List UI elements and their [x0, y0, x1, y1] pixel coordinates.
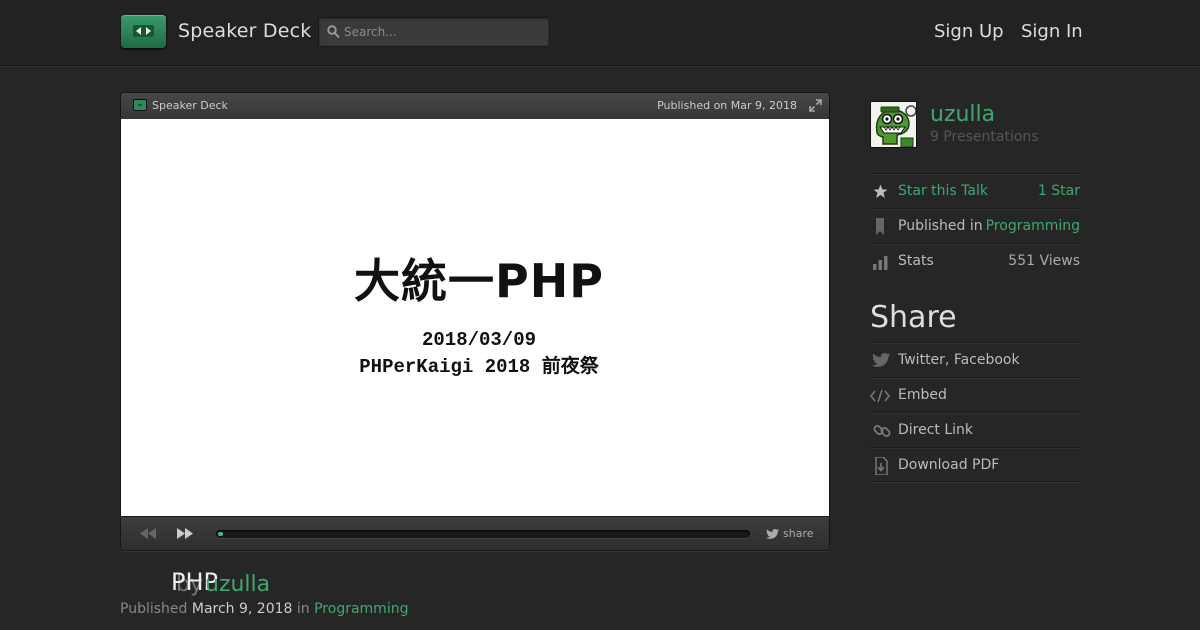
code-icon	[870, 389, 890, 403]
star-talk-link[interactable]: Star this Talk	[898, 183, 988, 199]
player-share-button[interactable]: share	[766, 527, 814, 540]
slide-progress-fill	[218, 532, 223, 536]
star-talk-row[interactable]: Star this Talk 1 Star	[870, 173, 1080, 208]
share-embed-row[interactable]: Embed	[870, 377, 1080, 412]
published-in-row: Published in Programming	[870, 208, 1080, 243]
link-icon	[873, 425, 891, 437]
sidebar-user-name[interactable]: uzulla	[930, 102, 995, 127]
player-published-date: Published on Mar 9, 2018	[657, 99, 797, 112]
search-input[interactable]	[344, 22, 544, 42]
player-share-label: share	[783, 527, 814, 540]
twitter-bird-icon	[871, 353, 891, 367]
stats-views: 551 Views	[1008, 253, 1080, 269]
search-icon	[327, 25, 340, 39]
star-count[interactable]: 1 Star	[1038, 183, 1080, 199]
talk-meta: Published March 9, 2018 in Programming	[120, 601, 408, 617]
player-logo-icon[interactable]	[133, 99, 147, 111]
star-icon	[873, 184, 888, 198]
slide-player: Speaker Deck Published on Mar 9, 2018 大統…	[120, 92, 830, 551]
sidebar-presentation-count: 9 Presentations	[930, 129, 1039, 145]
sign-up-link[interactable]: Sign Up	[934, 21, 1004, 42]
search-box[interactable]	[318, 17, 550, 47]
stats-label: Stats	[898, 253, 934, 269]
share-download-pdf-label[interactable]: Download PDF	[898, 457, 999, 473]
slide-title: 大統一PHP	[354, 254, 604, 308]
speaker-deck-logo[interactable]	[121, 15, 166, 48]
brand-name[interactable]: Speaker Deck	[178, 20, 312, 42]
talk-author-link[interactable]: uzulla	[205, 572, 270, 597]
slide-canvas[interactable]: 大統一PHP 2018/03/09 PHPerKaigi 2018 前夜祭	[121, 119, 829, 516]
avatar-dinosaur-icon	[871, 102, 916, 147]
share-embed-label[interactable]: Embed	[898, 387, 947, 403]
slide-date: 2018/03/09	[421, 329, 537, 351]
sign-in-link[interactable]: Sign In	[1021, 21, 1083, 42]
download-icon	[875, 457, 888, 475]
next-slide-icon[interactable]	[177, 528, 193, 539]
share-direct-link-row[interactable]: Direct Link	[870, 412, 1080, 447]
share-download-pdf-row[interactable]: Download PDF	[870, 447, 1080, 482]
previous-slide-icon[interactable]	[140, 528, 156, 539]
published-in-label: Published in	[898, 218, 983, 234]
talk-published-date: March 9, 2018	[191, 601, 293, 617]
share-direct-link-label[interactable]: Direct Link	[898, 422, 973, 438]
top-header: Speaker Deck Sign Up Sign In	[0, 0, 1200, 66]
published-in-category-link[interactable]: Programming	[986, 218, 1080, 234]
avatar[interactable]	[870, 101, 917, 148]
slide-progress-track[interactable]	[216, 530, 750, 538]
talk-category-link[interactable]: Programming	[314, 601, 408, 617]
player-controls: share	[121, 516, 829, 550]
player-brand[interactable]: Speaker Deck	[152, 99, 228, 112]
share-twitter-facebook-row[interactable]: Twitter, Facebook	[870, 342, 1080, 377]
bookmark-icon	[876, 218, 884, 235]
fullscreen-icon[interactable]	[809, 99, 822, 112]
share-twitter-facebook-label[interactable]: Twitter, Facebook	[898, 352, 1020, 368]
logo-arrows-icon	[133, 25, 154, 37]
twitter-bird-icon	[766, 529, 779, 539]
talk-in-label: in	[296, 601, 310, 617]
player-top-bar: Speaker Deck Published on Mar 9, 2018	[121, 93, 829, 119]
bar-chart-icon	[873, 256, 888, 270]
talk-published-label: Published	[120, 601, 188, 617]
slide-event: PHPerKaigi 2018 前夜祭	[359, 356, 599, 378]
stats-row: Stats 551 Views	[870, 243, 1080, 278]
share-heading: Share	[870, 300, 957, 335]
